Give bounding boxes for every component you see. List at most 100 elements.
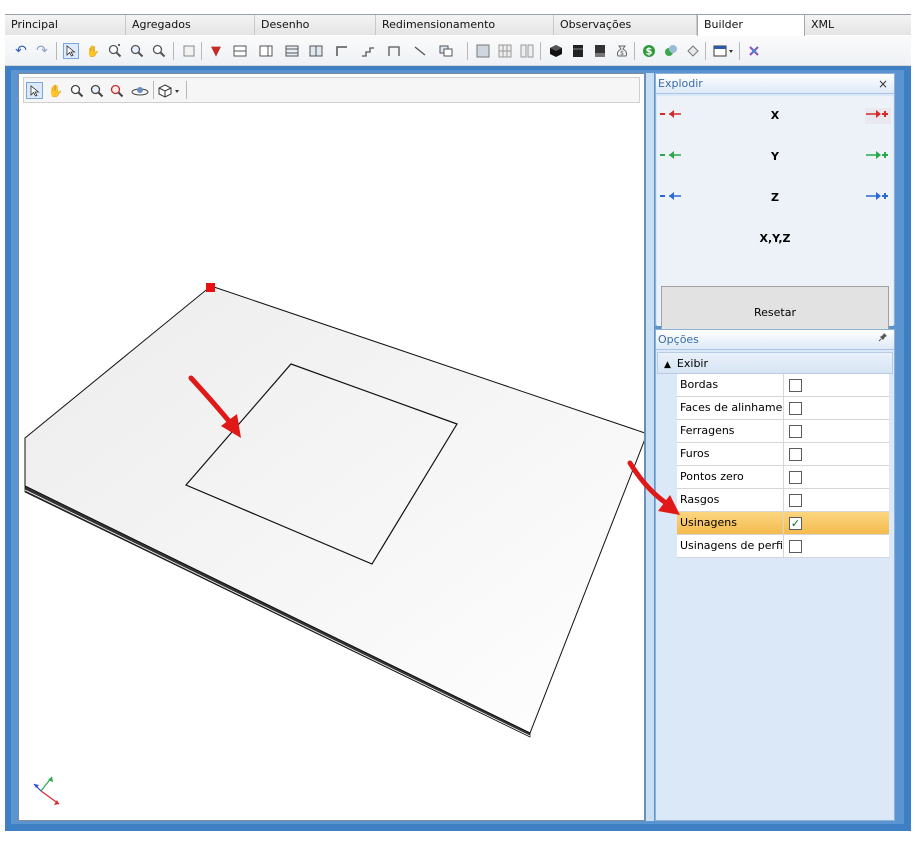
option-checkbox[interactable] xyxy=(789,402,802,415)
zoom-extents-icon[interactable] xyxy=(88,82,105,99)
undo-icon[interactable]: ↶ xyxy=(13,43,29,59)
box-dark-icon[interactable] xyxy=(592,43,608,59)
toolbar-separator xyxy=(186,81,187,99)
option-label: Faces de alinhame... xyxy=(680,397,784,419)
axis-label-all[interactable]: X,Y,Z xyxy=(657,232,893,245)
tab-observacoes[interactable]: Observações xyxy=(554,15,697,35)
options-panel-title: Opções xyxy=(658,333,699,346)
explode-panel-body: X Y Z X,Y,Z Resetar xyxy=(657,96,893,340)
options-list: Bordas Faces de alinhame... Ferragens Furos… xyxy=(657,374,893,558)
group-exibir[interactable]: ▲ Exibir xyxy=(657,352,893,374)
explode-x-plus-icon[interactable] xyxy=(865,108,891,124)
option-checkbox[interactable] xyxy=(789,425,802,438)
options-panel-header: Opções xyxy=(656,330,894,350)
window-icon[interactable] xyxy=(713,43,735,59)
option-label: Pontos zero xyxy=(680,466,784,488)
dollar-icon[interactable]: $ xyxy=(641,43,657,59)
explode-y-plus-icon[interactable] xyxy=(865,149,891,165)
option-label: Bordas xyxy=(680,374,784,396)
cube-black-icon[interactable] xyxy=(548,43,564,59)
explode-panel: Explodir × X Y Z X,Y,Z Resetar xyxy=(655,73,895,340)
option-row[interactable]: Usinagens ✓ xyxy=(677,512,889,535)
zoom-in-icon[interactable] xyxy=(107,43,123,59)
option-checkbox[interactable] xyxy=(789,448,802,461)
toolbar-separator xyxy=(540,42,541,60)
money-bag-icon[interactable]: $ xyxy=(614,43,630,59)
axis-gizmo-icon xyxy=(33,776,60,805)
tab-xml[interactable]: XML xyxy=(805,15,911,35)
explode-panel-title: Explodir xyxy=(658,77,703,90)
cabinet-icon[interactable] xyxy=(308,43,324,59)
option-row[interactable]: Ferragens xyxy=(677,420,889,443)
option-label: Rasgos xyxy=(680,489,784,511)
origin-marker[interactable] xyxy=(206,283,215,292)
panel-splitter[interactable] xyxy=(646,73,654,821)
option-row[interactable]: Furos xyxy=(677,443,889,466)
select-arrow-icon[interactable] xyxy=(26,82,43,99)
option-label: Ferragens xyxy=(680,420,784,442)
copy-icon[interactable] xyxy=(438,43,454,59)
options-body: ▲ Exibir Bordas Faces de alinhame... Ferrag… xyxy=(657,352,893,558)
stairs-icon[interactable] xyxy=(360,43,376,59)
option-row[interactable]: Faces de alinhame... xyxy=(677,397,889,420)
explode-row-all[interactable]: X,Y,Z xyxy=(657,227,893,251)
select-icon[interactable] xyxy=(63,43,79,59)
drill-icon[interactable]: ▼ xyxy=(208,43,224,59)
tool-icon[interactable] xyxy=(746,43,762,59)
toolbar-separator xyxy=(201,42,202,60)
tab-redimensionamento[interactable]: Redimensionamento xyxy=(376,15,554,35)
toolbar-separator xyxy=(173,42,174,60)
zoom-in-icon[interactable] xyxy=(68,82,85,99)
close-icon[interactable]: × xyxy=(878,74,888,94)
tab-agregados[interactable]: Agregados xyxy=(126,15,255,35)
option-checkbox[interactable] xyxy=(789,379,802,392)
panel-vertical-icon[interactable] xyxy=(258,43,274,59)
pan-icon[interactable]: ✋ xyxy=(85,43,101,59)
columns-icon[interactable] xyxy=(519,43,535,59)
option-row[interactable]: Rasgos xyxy=(677,489,889,512)
toolbar-separator xyxy=(739,42,740,60)
explode-row-y: Y xyxy=(657,145,893,169)
group-exibir-label: Exibir xyxy=(676,357,708,370)
zoom-window-icon[interactable] xyxy=(129,43,145,59)
tab-desenho[interactable]: Desenho xyxy=(255,15,376,35)
option-checkbox[interactable] xyxy=(789,494,802,507)
svg-text:$: $ xyxy=(620,50,624,57)
redo-icon[interactable]: ↷ xyxy=(34,43,50,59)
zoom-out-icon[interactable] xyxy=(108,82,125,99)
orbit-icon[interactable] xyxy=(129,82,151,99)
coins-icon[interactable] xyxy=(663,43,679,59)
option-row[interactable]: Bordas xyxy=(677,374,889,397)
axis-label-z: Z xyxy=(771,191,779,204)
toolbar-separator xyxy=(705,42,706,60)
option-checkbox[interactable] xyxy=(789,471,802,484)
option-checkbox[interactable] xyxy=(789,540,802,553)
board-top-face[interactable] xyxy=(24,285,645,734)
pin-icon[interactable] xyxy=(878,330,888,350)
view-cube-icon[interactable] xyxy=(158,82,182,99)
zoom-out-icon[interactable] xyxy=(151,43,167,59)
option-row[interactable]: Pontos zero xyxy=(677,466,889,489)
label-icon[interactable] xyxy=(685,43,701,59)
tab-builder[interactable]: Builder xyxy=(697,15,805,36)
grid-icon[interactable] xyxy=(497,43,513,59)
cabinet-dark-icon[interactable] xyxy=(570,43,586,59)
tab-principal[interactable]: Principal xyxy=(5,15,126,35)
scene-canvas[interactable] xyxy=(19,74,645,821)
3d-viewport[interactable]: ✋ xyxy=(18,73,645,821)
option-checkbox-checked[interactable]: ✓ xyxy=(789,517,802,530)
corner-icon[interactable] xyxy=(334,43,350,59)
line-icon[interactable] xyxy=(412,43,428,59)
option-row[interactable]: Usinagens de perfil xyxy=(677,535,889,558)
collapse-chevron-icon[interactable]: ▲ xyxy=(664,360,671,370)
svg-text:$: $ xyxy=(646,47,653,58)
panel-horizontal-icon[interactable] xyxy=(232,43,248,59)
explode-z-plus-icon[interactable] xyxy=(865,190,891,206)
axis-label-x: X xyxy=(770,109,780,122)
shelf-icon[interactable] xyxy=(284,43,300,59)
frame-icon[interactable] xyxy=(386,43,402,59)
box-icon[interactable] xyxy=(181,43,197,59)
axis-label-y: Y xyxy=(771,150,779,163)
render-icon[interactable] xyxy=(475,43,491,59)
pan-hand-icon[interactable]: ✋ xyxy=(47,82,64,99)
